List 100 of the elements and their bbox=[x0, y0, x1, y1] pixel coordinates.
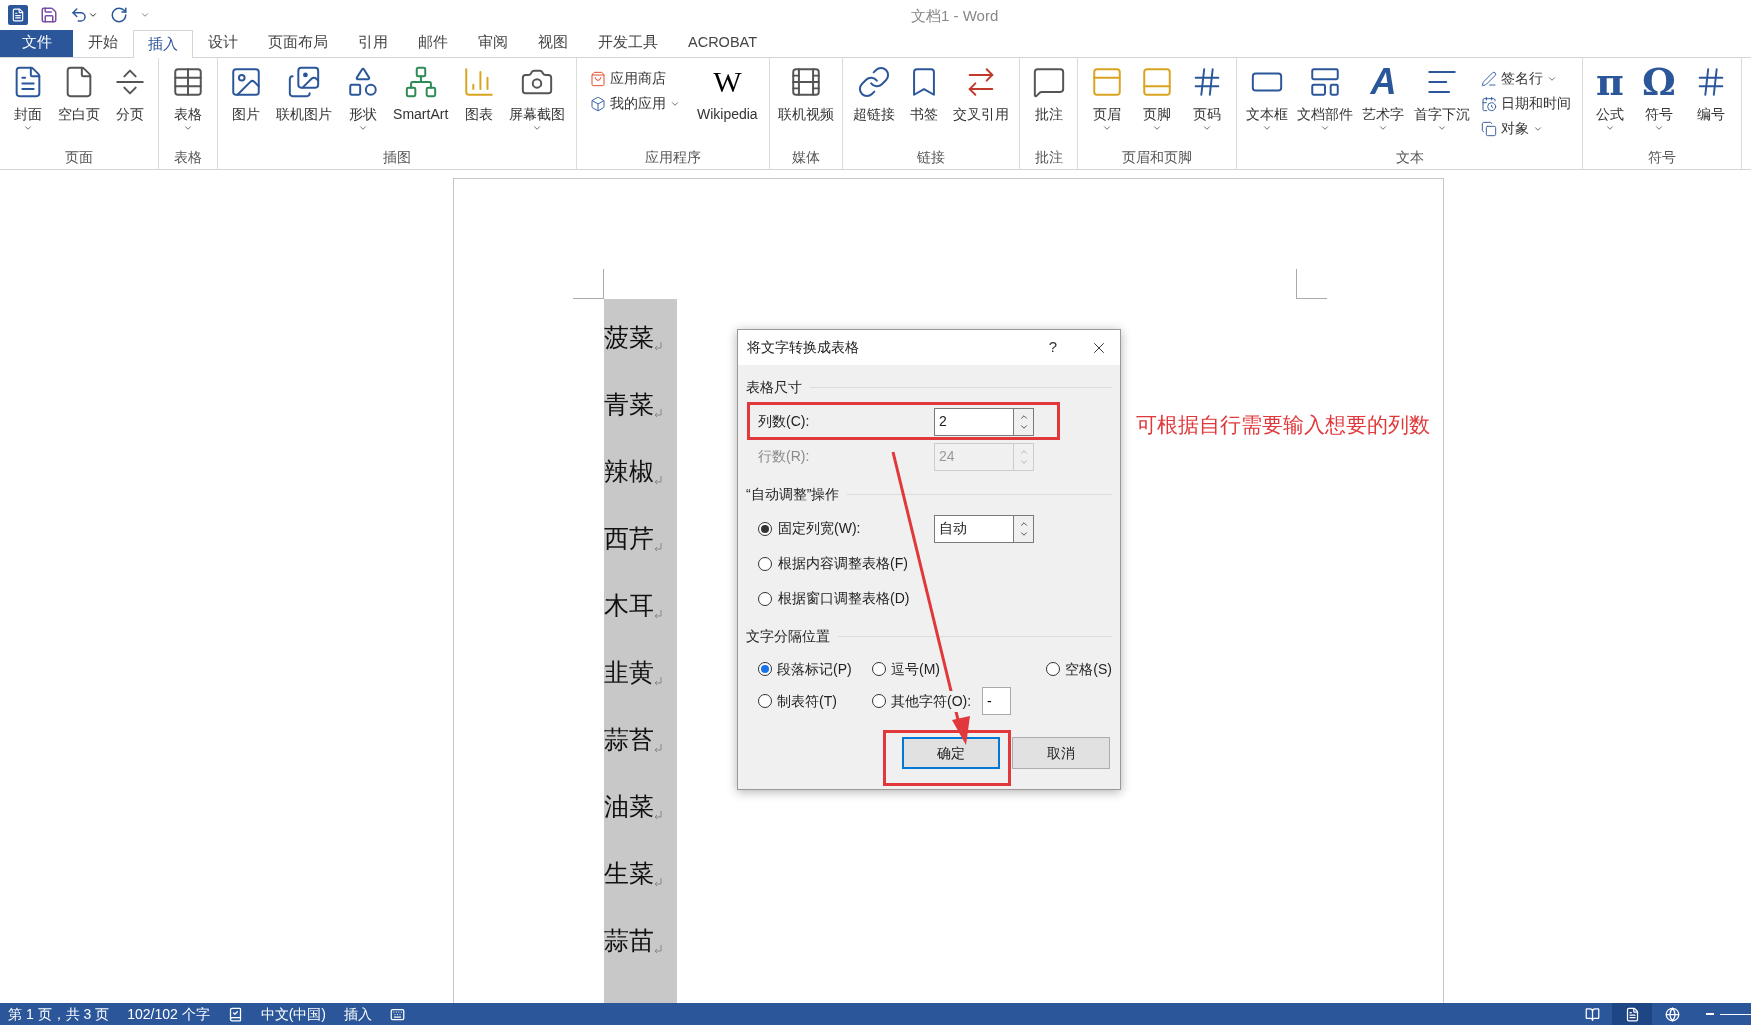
ribbon-button[interactable]: A 艺术字 bbox=[1360, 62, 1407, 133]
ribbon-button[interactable]: 分页 bbox=[111, 62, 150, 133]
dialog-button[interactable]: 取消 bbox=[1012, 737, 1110, 769]
ribbon-tab[interactable]: ACROBAT bbox=[673, 29, 773, 57]
pen-icon bbox=[1481, 71, 1498, 87]
ribbon-button[interactable]: 联机视频 bbox=[776, 62, 836, 133]
number-field[interactable]: 自动 bbox=[934, 514, 1014, 543]
ribbon-button[interactable]: W Wikipedia bbox=[694, 62, 760, 133]
radio-button[interactable] bbox=[872, 662, 886, 676]
dialog-button[interactable]: 确定 bbox=[902, 737, 1000, 769]
radio-button[interactable] bbox=[758, 591, 772, 606]
ribbon-tab[interactable]: 插入 bbox=[133, 30, 193, 58]
dialog-title: 将文字转换成表格 bbox=[747, 338, 860, 357]
ribbon-button[interactable]: 超链接 bbox=[851, 62, 897, 133]
window-title: 文档1 - Word bbox=[911, 6, 999, 26]
radio-label: 根据窗口调整表格(D) bbox=[778, 589, 910, 608]
ribbon-button[interactable]: 我的应用 bbox=[586, 93, 685, 115]
ribbon-button[interactable]: 屏幕截图 bbox=[507, 62, 568, 133]
number-field[interactable]: 2 bbox=[934, 407, 1014, 436]
dropdown-caret-icon bbox=[22, 123, 33, 133]
undo-icon[interactable] bbox=[70, 6, 88, 24]
spin-buttons[interactable] bbox=[1014, 514, 1034, 543]
view-button[interactable] bbox=[1612, 1003, 1652, 1025]
ribbon-button[interactable]: 空白页 bbox=[56, 62, 102, 133]
group-label: 链接 bbox=[916, 149, 946, 167]
document-line: 油菜 bbox=[604, 791, 654, 823]
paragraph-mark-icon bbox=[654, 744, 662, 753]
ribbon-button[interactable]: 联机图片 bbox=[274, 62, 335, 133]
ribbon-button[interactable]: 页码 bbox=[1188, 62, 1226, 133]
ribbon-tab[interactable]: 开发工具 bbox=[583, 29, 673, 57]
ribbon-button[interactable]: 图片 bbox=[226, 62, 265, 133]
status-text: 第 1 页，共 3 页 bbox=[8, 1004, 110, 1024]
dropdown-caret-icon bbox=[1152, 123, 1162, 133]
document-line: 韭黄 bbox=[604, 657, 654, 689]
footer-icon bbox=[1140, 65, 1174, 99]
dropdown-caret-icon bbox=[1202, 123, 1212, 133]
paragraph-mark-icon bbox=[654, 811, 662, 820]
web-layout-icon bbox=[1664, 1006, 1680, 1022]
group-label: 应用程序 bbox=[644, 149, 702, 167]
ribbon-tab[interactable]: 审阅 bbox=[463, 29, 523, 57]
ribbon-button[interactable]: 日期和时间 bbox=[1477, 93, 1576, 115]
document-line: 生菜 bbox=[604, 858, 654, 890]
ribbon-button[interactable]: 封面 bbox=[8, 62, 47, 133]
macro-icon[interactable] bbox=[389, 1006, 405, 1022]
radio-button[interactable] bbox=[758, 521, 772, 536]
document-line: 西芹 bbox=[604, 523, 654, 555]
ribbon-glyph: A bbox=[1370, 64, 1397, 100]
ribbon-button[interactable]: 书签 bbox=[905, 62, 943, 133]
field-label: 行数(R): bbox=[758, 447, 811, 466]
ribbon-button[interactable]: 编号 bbox=[1691, 62, 1730, 133]
radio-button[interactable] bbox=[872, 694, 886, 708]
ribbon-button[interactable]: 页眉 bbox=[1088, 62, 1126, 133]
ribbon-tab[interactable]: 设计 bbox=[193, 29, 253, 57]
spin-buttons[interactable] bbox=[1014, 407, 1034, 436]
dropdown-caret-icon bbox=[532, 123, 543, 133]
document-line: 青菜 bbox=[604, 389, 654, 421]
ribbon-tab[interactable]: 邮件 bbox=[403, 29, 463, 57]
ribbon-button[interactable]: 交叉引用 bbox=[951, 62, 1011, 133]
radio-button[interactable] bbox=[758, 556, 772, 571]
radio-button[interactable] bbox=[1046, 662, 1061, 676]
ribbon-tab[interactable]: 引用 bbox=[343, 29, 403, 57]
ribbon-button[interactable]: 文本框 bbox=[1243, 62, 1290, 133]
radio-label: 固定列宽(W): bbox=[778, 519, 861, 538]
dropdown-caret-icon bbox=[357, 123, 368, 133]
ribbon-button[interactable]: 表格 bbox=[169, 62, 207, 133]
proofing-icon[interactable] bbox=[227, 1006, 243, 1022]
redo-icon[interactable] bbox=[110, 6, 128, 24]
ribbon-button[interactable]: SmartArt bbox=[391, 62, 451, 133]
ribbon-button[interactable]: 形状 bbox=[343, 62, 382, 133]
ribbon-tab[interactable]: 页面布局 bbox=[253, 29, 343, 57]
ribbon-button[interactable]: 批注 bbox=[1029, 62, 1068, 133]
dropdown-caret-icon[interactable] bbox=[88, 10, 98, 20]
field-label: 列数(C): bbox=[758, 412, 811, 431]
ribbon-tab[interactable]: 文件 bbox=[0, 29, 73, 57]
save-icon[interactable] bbox=[40, 6, 58, 24]
dropdown-caret-icon bbox=[1533, 124, 1544, 134]
dropdown-caret-icon bbox=[1261, 123, 1272, 133]
ribbon-button[interactable]: 页脚 bbox=[1138, 62, 1176, 133]
ribbon-glyph: W bbox=[713, 67, 742, 97]
ribbon-button[interactable]: 对象 bbox=[1477, 118, 1576, 140]
ribbon-button[interactable]: 文档部件 bbox=[1295, 62, 1356, 133]
group-label: 插图 bbox=[382, 149, 412, 167]
text-field[interactable]: - bbox=[982, 687, 1012, 715]
ribbon-tab[interactable]: 视图 bbox=[523, 29, 583, 57]
radio-button[interactable] bbox=[758, 694, 772, 708]
radio-button[interactable] bbox=[758, 662, 772, 676]
ribbon-tab[interactable]: 开始 bbox=[73, 29, 133, 57]
radio-label: 根据内容调整表格(F) bbox=[778, 554, 908, 573]
paragraph-mark-icon bbox=[654, 610, 662, 619]
ribbon-button[interactable]: 应用商店 bbox=[586, 68, 685, 90]
ribbon-button[interactable]: π 公式 bbox=[1594, 62, 1626, 133]
ribbon-button[interactable]: 签名行 bbox=[1477, 68, 1576, 90]
ribbon-button[interactable]: Ω 符号 bbox=[1640, 62, 1678, 133]
film-icon bbox=[789, 65, 823, 99]
ribbon-button[interactable]: 首字下沉 bbox=[1411, 62, 1472, 133]
ribbon-button[interactable]: 图表 bbox=[459, 62, 498, 133]
section-title: 表格尺寸 bbox=[746, 378, 802, 397]
paragraph-mark-icon bbox=[654, 543, 662, 552]
help-button[interactable]: ? bbox=[1038, 336, 1068, 359]
group-label: 表格 bbox=[173, 149, 203, 167]
